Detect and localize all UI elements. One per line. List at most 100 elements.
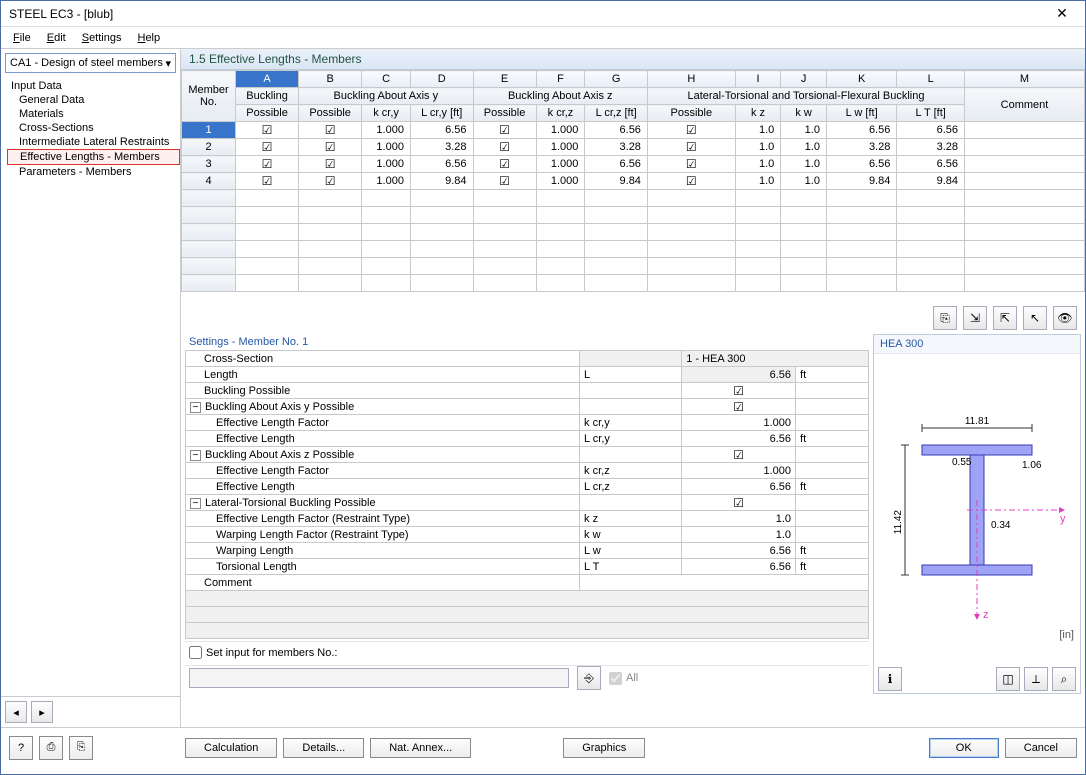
row-kcrz: Effective Length Factor: [186, 463, 580, 479]
col-L[interactable]: L: [897, 71, 965, 88]
tree-parameters[interactable]: Parameters - Members: [7, 165, 180, 179]
tree-effective-lengths[interactable]: Effective Lengths - Members: [7, 149, 180, 165]
data-grid[interactable]: Member No. A B C D E F G H I J K L M Buc…: [181, 70, 1085, 302]
hdr-comment: Comment: [965, 88, 1085, 122]
col-F[interactable]: F: [536, 71, 585, 88]
checkbox-icon[interactable]: [733, 386, 744, 398]
svg-text:0.55: 0.55: [952, 457, 972, 468]
group-axis-z[interactable]: Buckling About Axis z Possible: [205, 449, 354, 461]
graphics-button[interactable]: Graphics: [563, 738, 645, 758]
hdr-possible-e: Possible: [473, 105, 536, 122]
group-axis-y[interactable]: Buckling About Axis y Possible: [205, 401, 354, 413]
sidebar: CA1 - Design of steel members ▾ Input Da…: [1, 49, 181, 727]
tree-cross-sections[interactable]: Cross-Sections: [7, 121, 180, 135]
calculation-button[interactable]: Calculation: [185, 738, 277, 758]
section-preview: HEA 300 11.81 11.42: [873, 334, 1081, 694]
group-ltb[interactable]: Lateral-Torsional Buckling Possible: [205, 497, 376, 509]
all-check[interactable]: All: [609, 672, 638, 685]
checkbox-icon[interactable]: [733, 498, 744, 510]
window-title: STEEL EC3 - [blub]: [9, 7, 1047, 21]
menu-file[interactable]: File: [7, 30, 37, 46]
settings-table[interactable]: Cross-Section1 - HEA 300 LengthL6.56ft B…: [185, 350, 869, 639]
nav-icon[interactable]: ▸: [31, 701, 53, 723]
row-kz: Effective Length Factor (Restraint Type): [186, 511, 580, 527]
row-comment: Comment: [186, 575, 580, 591]
case-combo-label: CA1 - Design of steel members: [10, 57, 163, 69]
row-buckling-possible: Buckling Possible: [186, 383, 580, 399]
hdr-possible-a: Possible: [236, 105, 299, 122]
chevron-down-icon: ▾: [165, 57, 171, 70]
nav-tree: Input Data General Data Materials Cross-…: [1, 77, 180, 696]
svg-text:z: z: [983, 609, 989, 621]
table-row[interactable]: 2 1.0003.28 1.0003.28 1.01.0 3.283.28: [182, 139, 1085, 156]
footer: ? ⎙ ⎘ Calculation Details... Nat. Annex.…: [1, 727, 1085, 767]
excel-import-icon[interactable]: ⇱: [993, 306, 1017, 330]
hdr-lt: L T [ft]: [897, 105, 965, 122]
content-title: 1.5 Effective Lengths - Members: [181, 49, 1085, 70]
col-J[interactable]: J: [781, 71, 827, 88]
menu-edit[interactable]: Edit: [41, 30, 72, 46]
cross-section-svg: 11.81 11.42 0.55 1.06 0.34 y z: [882, 380, 1072, 640]
tree-root[interactable]: Input Data: [7, 79, 180, 93]
help-icon[interactable]: ?: [9, 736, 33, 760]
case-combo[interactable]: CA1 - Design of steel members ▾: [5, 53, 176, 73]
table-row[interactable]: 3 1.0006.56 1.0006.56 1.01.0 6.566.56: [182, 156, 1085, 173]
tree-lateral[interactable]: Intermediate Lateral Restraints: [7, 135, 180, 149]
hdr-buckling: Buckling: [236, 88, 299, 105]
row-cross-section: Cross-Section: [186, 351, 580, 367]
nat-annex-button[interactable]: Nat. Annex...: [370, 738, 471, 758]
col-B[interactable]: B: [299, 71, 362, 88]
row-lcry: Effective Length: [186, 431, 580, 447]
col-G[interactable]: G: [585, 71, 648, 88]
axes-icon[interactable]: ⟂: [1024, 667, 1048, 691]
col-H[interactable]: H: [647, 71, 735, 88]
pick-members-icon[interactable]: ⎆: [577, 666, 601, 690]
row-lcrz: Effective Length: [186, 479, 580, 495]
cancel-button[interactable]: Cancel: [1005, 738, 1077, 758]
tree-general[interactable]: General Data: [7, 93, 180, 107]
col-I[interactable]: I: [735, 71, 781, 88]
row-kw: Warping Length Factor (Restraint Type): [186, 527, 580, 543]
menu-settings[interactable]: Settings: [76, 30, 128, 46]
col-M[interactable]: M: [965, 71, 1085, 88]
row-length: Length: [186, 367, 580, 383]
checkbox-icon[interactable]: [733, 450, 744, 462]
svg-text:11.81: 11.81: [965, 416, 990, 427]
set-input-check[interactable]: Set input for members No.:: [189, 646, 337, 659]
zoom-icon[interactable]: ⌕: [1052, 667, 1076, 691]
col-C[interactable]: C: [362, 71, 411, 88]
table-row[interactable]: 4 1.0009.84 1.0009.84 1.01.0 9.849.84: [182, 173, 1085, 190]
close-icon[interactable]: ✕: [1047, 5, 1077, 22]
info-icon[interactable]: ℹ: [878, 667, 902, 691]
hdr-axis-y: Buckling About Axis y: [299, 88, 473, 105]
set-input-field[interactable]: [189, 668, 569, 688]
eye-icon[interactable]: 👁: [1053, 306, 1077, 330]
hdr-lw: L w [ft]: [826, 105, 896, 122]
details-button[interactable]: Details...: [283, 738, 364, 758]
col-A[interactable]: A: [236, 71, 299, 88]
help-small-icon[interactable]: ◂: [5, 701, 27, 723]
hdr-lcrz: L cr,z [ft]: [585, 105, 648, 122]
svg-text:y: y: [1060, 513, 1066, 525]
col-member-no[interactable]: Member No.: [182, 71, 236, 122]
excel-export-icon[interactable]: ⇲: [963, 306, 987, 330]
col-D[interactable]: D: [410, 71, 473, 88]
ok-button[interactable]: OK: [929, 738, 999, 758]
col-K[interactable]: K: [826, 71, 896, 88]
checkbox-icon[interactable]: [733, 402, 744, 414]
hdr-kw: k w: [781, 105, 827, 122]
menu-help[interactable]: Help: [131, 30, 166, 46]
next-icon[interactable]: ⎘: [69, 736, 93, 760]
col-E[interactable]: E: [473, 71, 536, 88]
pick-icon[interactable]: ↖: [1023, 306, 1047, 330]
tree-materials[interactable]: Materials: [7, 107, 180, 121]
prev-icon[interactable]: ⎙: [39, 736, 63, 760]
preview-title: HEA 300: [874, 335, 1080, 354]
view-mode-icon[interactable]: ◫: [996, 667, 1020, 691]
hdr-kcrz: k cr,z: [536, 105, 585, 122]
export-icon[interactable]: ⎘: [933, 306, 957, 330]
table-row[interactable]: 1 1.0006.56 1.0006.56 1.01.0 6.566.56: [182, 122, 1085, 139]
svg-text:1.06: 1.06: [1022, 460, 1042, 471]
title-bar: STEEL EC3 - [blub] ✕: [1, 1, 1085, 27]
row-lt: Torsional Length: [186, 559, 580, 575]
